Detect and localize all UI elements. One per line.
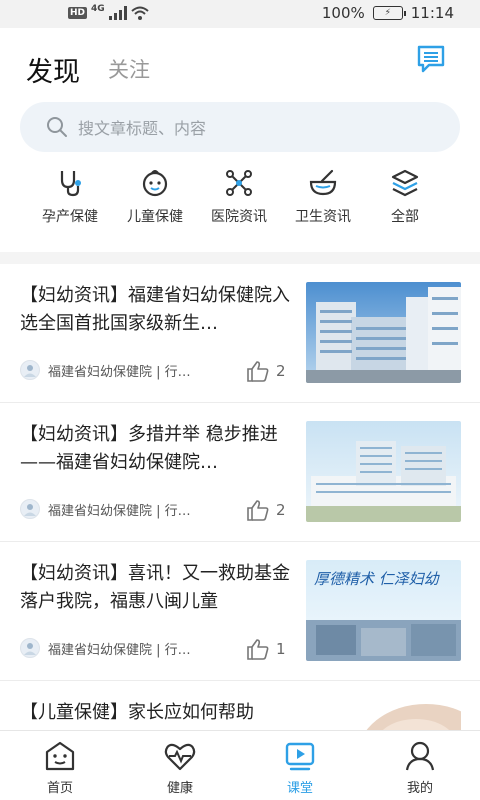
nav-health[interactable]: 健康 xyxy=(120,731,240,800)
article-item[interactable]: 【妇幼资讯】喜讯！又一救助基金落户我院，福惠八闽儿童 福建省妇幼保健院 | 行…… xyxy=(0,542,480,681)
article-title: 【妇幼资讯】福建省妇幼保健院入选全国首批国家级新生… xyxy=(20,285,290,334)
like-count: 2 xyxy=(276,501,286,519)
category-health-news[interactable]: 卫生资讯 xyxy=(278,168,368,238)
category-label: 儿童保健 xyxy=(127,209,183,225)
search-input[interactable]: 搜文章标题、内容 xyxy=(20,102,460,152)
section-divider xyxy=(0,252,480,264)
nav-label: 课堂 xyxy=(286,781,313,796)
article-list: 【妇幼资讯】福建省妇幼保健院入选全国首批国家级新生… 福建省妇幼保健院 | 行…… xyxy=(0,264,480,800)
network-type: 4G xyxy=(91,4,105,14)
thumbs-up-icon xyxy=(247,500,269,521)
category-label: 孕产保健 xyxy=(42,209,98,225)
article-source: 福建省妇幼保健院 | 行… xyxy=(48,364,191,380)
like-button[interactable]: 1 xyxy=(246,638,286,660)
source-avatar xyxy=(20,360,40,380)
article-meta: 福建省妇幼保健院 | 行… xyxy=(20,638,191,658)
mortar-bowl-icon xyxy=(309,169,337,196)
category-bar: 孕产保健 儿童保健 医院资讯 卫生资讯 全部 xyxy=(0,168,480,238)
thumbs-up-icon xyxy=(247,639,269,660)
category-label: 医院资讯 xyxy=(211,209,267,225)
tab-follow[interactable]: 关注 xyxy=(108,54,150,84)
article-title: 【妇幼资讯】多措并举 稳步推进——福建省妇幼保健院… xyxy=(20,424,278,473)
nav-label: 我的 xyxy=(406,781,433,796)
like-count: 1 xyxy=(276,640,286,658)
category-all[interactable]: 全部 xyxy=(360,168,450,238)
category-child[interactable]: 儿童保健 xyxy=(110,168,200,238)
stethoscope-icon xyxy=(60,171,81,197)
article-source: 福建省妇幼保健院 | 行… xyxy=(48,503,191,519)
clock: 11:14 xyxy=(410,4,454,22)
article-title: 【妇幼资讯】喜讯！又一救助基金落户我院，福惠八闽儿童 xyxy=(20,563,290,612)
category-hospital-news[interactable]: 医院资讯 xyxy=(194,168,284,238)
baby-face-icon xyxy=(142,170,168,197)
article-thumbnail xyxy=(306,282,461,383)
status-right: 100% ⚡ 11:14 xyxy=(322,4,454,22)
article-item[interactable]: 【妇幼资讯】多措并举 稳步推进——福建省妇幼保健院… 福建省妇幼保健院 | 行…… xyxy=(0,403,480,542)
source-avatar xyxy=(20,499,40,519)
nav-mine[interactable]: 我的 xyxy=(360,731,480,800)
bottom-navigation: 首页 健康 课堂 我的 xyxy=(0,730,480,800)
category-maternal[interactable]: 孕产保健 xyxy=(25,168,115,238)
article-item[interactable]: 【妇幼资讯】福建省妇幼保健院入选全国首批国家级新生… 福建省妇幼保健院 | 行…… xyxy=(0,264,480,403)
like-count: 2 xyxy=(276,362,286,380)
home-face-icon xyxy=(45,741,75,771)
search-icon xyxy=(47,117,67,137)
article-meta: 福建省妇幼保健院 | 行… xyxy=(20,360,191,380)
header: 发现 关注 xyxy=(0,28,480,100)
message-button[interactable] xyxy=(416,44,446,74)
thumbs-up-icon xyxy=(247,361,269,382)
category-label: 全部 xyxy=(391,209,419,225)
article-source: 福建省妇幼保健院 | 行… xyxy=(48,642,191,658)
hd-indicator: HD xyxy=(68,7,88,19)
nav-home[interactable]: 首页 xyxy=(0,731,120,800)
search-placeholder: 搜文章标题、内容 xyxy=(78,119,207,138)
tab-discover[interactable]: 发现 xyxy=(26,50,80,89)
status-bar: HD 4G 100% ⚡ 11:14 xyxy=(0,0,480,28)
user-icon xyxy=(405,741,435,771)
nav-label: 健康 xyxy=(166,781,193,796)
thumbnail-calligraphy-text: 厚德精术 仁泽妇幼 xyxy=(314,570,441,588)
heart-pulse-icon xyxy=(164,743,196,771)
source-avatar xyxy=(20,638,40,658)
wifi-icon xyxy=(131,6,149,20)
layers-icon xyxy=(391,169,419,197)
message-list-icon xyxy=(417,45,445,73)
nav-label: 首页 xyxy=(46,781,73,796)
nav-classroom[interactable]: 课堂 xyxy=(240,731,360,800)
article-thumbnail: 厚德精术 仁泽妇幼 xyxy=(306,560,461,661)
battery-icon: ⚡ xyxy=(372,6,406,20)
battery-percent: 100% xyxy=(321,4,365,22)
article-thumbnail xyxy=(306,421,461,522)
article-meta: 福建省妇幼保健院 | 行… xyxy=(20,499,191,519)
like-button[interactable]: 2 xyxy=(246,360,286,382)
like-button[interactable]: 2 xyxy=(246,499,286,521)
signal-icon xyxy=(108,6,127,20)
network-nodes-icon xyxy=(226,170,252,196)
category-label: 卫生资讯 xyxy=(295,209,351,225)
status-left: HD 4G xyxy=(68,4,149,20)
video-play-icon xyxy=(285,742,315,771)
